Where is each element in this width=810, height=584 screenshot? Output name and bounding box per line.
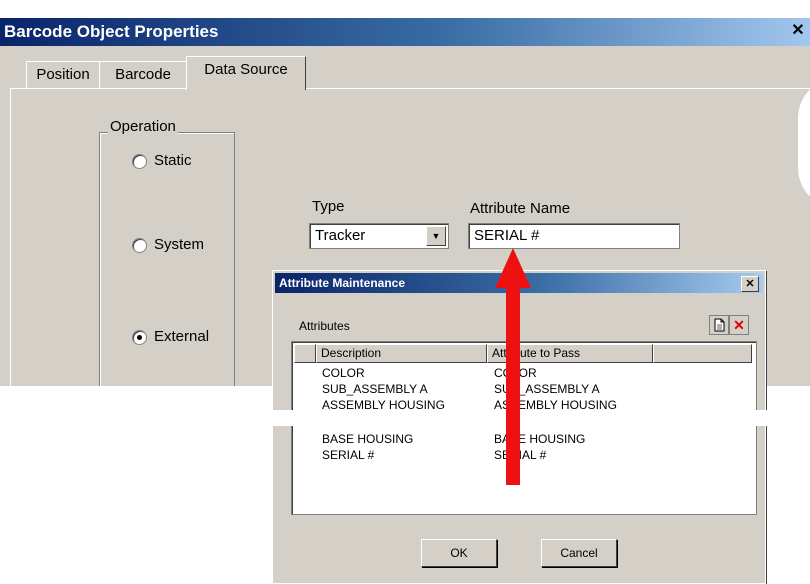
- tab-position[interactable]: Position: [26, 61, 100, 88]
- list-header-blank: [294, 344, 316, 363]
- column-description[interactable]: Description: [316, 344, 487, 363]
- blank-area-right: [764, 386, 810, 582]
- dialog-title: Attribute Maintenance: [279, 276, 406, 290]
- radio-static-button[interactable]: [132, 154, 147, 169]
- cancel-button[interactable]: Cancel: [541, 539, 617, 567]
- red-arrow-shaft: [506, 285, 520, 485]
- title-bar[interactable]: Barcode Object Properties ✕: [0, 18, 810, 46]
- operation-legend: Operation: [108, 118, 178, 135]
- red-arrow-head-icon: [495, 248, 531, 288]
- close-icon[interactable]: ✕: [741, 276, 759, 292]
- white-divider-bar: [240, 410, 770, 426]
- type-value: Tracker: [315, 227, 366, 244]
- attribute-name-input[interactable]: SERIAL #: [468, 223, 680, 249]
- close-icon[interactable]: ✕: [788, 22, 808, 40]
- row-description: SUB_ASSEMBLY A: [322, 382, 428, 396]
- type-select[interactable]: Tracker ▼: [309, 223, 449, 249]
- radio-static-label: Static: [154, 152, 192, 169]
- radio-external-label: External: [154, 328, 210, 345]
- attributes-list[interactable]: Description Attribute to Pass COLOR COLO…: [291, 341, 757, 515]
- attribute-name-label: Attribute Name: [470, 200, 571, 217]
- window-title: Barcode Object Properties: [4, 22, 219, 41]
- row-pass: SERIAL #: [494, 448, 547, 462]
- new-document-icon[interactable]: [709, 315, 729, 335]
- blank-area-left: [0, 386, 272, 582]
- type-label: Type: [312, 198, 345, 215]
- row-description: BASE HOUSING: [322, 432, 414, 446]
- tab-barcode-label: Barcode: [115, 66, 171, 83]
- radio-selected-dot: [137, 335, 142, 340]
- row-description: COLOR: [322, 366, 365, 380]
- tab-data-source-label: Data Source: [204, 61, 288, 78]
- attribute-name-value: SERIAL #: [474, 227, 540, 244]
- radio-system-button[interactable]: [132, 238, 147, 253]
- list-header-filler: [653, 344, 752, 363]
- radio-external-button[interactable]: [132, 330, 147, 345]
- row-description: SERIAL #: [322, 448, 375, 462]
- delete-icon[interactable]: ✕: [729, 315, 749, 335]
- tab-data-source[interactable]: Data Source: [186, 56, 306, 90]
- tab-barcode[interactable]: Barcode: [99, 61, 187, 88]
- attributes-label: Attributes: [299, 319, 350, 333]
- ok-button[interactable]: OK: [421, 539, 497, 567]
- operation-groupbox: [99, 132, 235, 392]
- tab-position-label: Position: [36, 66, 90, 83]
- radio-system-label: System: [154, 236, 205, 253]
- chevron-down-icon[interactable]: ▼: [426, 226, 446, 246]
